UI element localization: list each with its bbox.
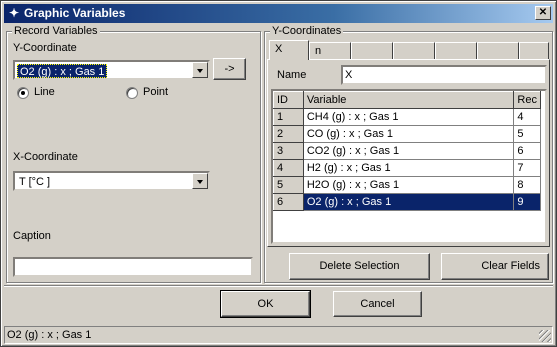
row-id: 4 <box>273 159 304 177</box>
app-icon: ✦ <box>8 6 20 20</box>
table-row[interactable]: 4 H2 (g) : x ; Gas 1 7 <box>273 159 541 177</box>
table-row-selected[interactable]: 6 O2 (g) : x ; Gas 1 9 <box>273 193 541 211</box>
row-variable[interactable]: CO2 (g) : x ; Gas 1 <box>302 142 515 160</box>
variables-table: ID Variable Rec 1 CH4 (g) : x ; Gas 1 4 … <box>273 91 541 211</box>
chevron-down-icon[interactable] <box>192 173 208 189</box>
title-bar[interactable]: ✦ Graphic Variables ✕ <box>4 4 553 23</box>
tab-6[interactable] <box>477 42 519 60</box>
resize-grip-icon[interactable] <box>539 330 551 342</box>
record-variables-label: Record Variables <box>12 25 100 37</box>
row-rec[interactable]: 6 <box>513 142 541 160</box>
add-to-y-coordinates-button[interactable]: -> <box>213 58 246 80</box>
line-radio[interactable] <box>17 87 29 99</box>
tab-x[interactable]: X <box>269 40 309 60</box>
row-variable[interactable]: CH4 (g) : x ; Gas 1 <box>302 108 515 126</box>
x-coordinate-label: X-Coordinate <box>13 151 78 163</box>
row-id: 6 <box>273 193 304 211</box>
tab-5[interactable] <box>435 42 477 60</box>
table-header-row: ID Variable Rec <box>273 91 541 109</box>
point-radio-label[interactable]: Point <box>143 86 168 98</box>
status-bar: O2 (g) : x ; Gas 1 <box>4 326 553 344</box>
table-row[interactable]: 2 CO (g) : x ; Gas 1 5 <box>273 125 541 143</box>
column-header-rec[interactable]: Rec <box>513 91 541 109</box>
name-value: X <box>345 69 353 81</box>
row-id: 3 <box>273 142 304 160</box>
table-row[interactable]: 5 H2O (g) : x ; Gas 1 8 <box>273 176 541 194</box>
delete-selection-button[interactable]: Delete Selection <box>289 253 430 280</box>
row-variable[interactable]: CO (g) : x ; Gas 1 <box>302 125 515 143</box>
column-header-variable[interactable]: Variable <box>302 91 515 109</box>
row-variable[interactable]: H2 (g) : x ; Gas 1 <box>302 159 515 177</box>
x-coordinate-value: T [°C ] <box>19 176 51 188</box>
row-rec[interactable]: 8 <box>513 176 541 194</box>
table-row[interactable]: 3 CO2 (g) : x ; Gas 1 6 <box>273 142 541 160</box>
y-coordinate-select[interactable]: O2 (g) : x ; Gas 1 <box>13 60 210 80</box>
name-input[interactable]: X <box>341 65 547 85</box>
row-rec[interactable]: 7 <box>513 159 541 177</box>
cancel-button[interactable]: Cancel <box>333 291 422 317</box>
x-coordinate-select[interactable]: T [°C ] <box>13 171 210 191</box>
y-coordinate-value: O2 (g) : x ; Gas 1 <box>17 64 108 78</box>
clear-fields-button[interactable]: Clear Fields <box>441 253 549 280</box>
ok-button[interactable]: OK <box>220 290 311 318</box>
tab-4[interactable] <box>393 42 435 60</box>
y-coordinate-label: Y-Coordinate <box>13 42 77 54</box>
row-rec[interactable]: 4 <box>513 108 541 126</box>
tab-7[interactable] <box>519 42 549 60</box>
tab-n[interactable]: n <box>309 42 351 60</box>
name-label: Name <box>277 69 307 81</box>
caption-label: Caption <box>13 230 51 242</box>
row-id: 1 <box>273 108 304 126</box>
y-coordinates-label: Y-Coordinates <box>270 25 344 37</box>
chevron-down-icon[interactable] <box>192 62 208 78</box>
row-id: 2 <box>273 125 304 143</box>
graphic-variables-window: ✦ Graphic Variables ✕ Record Variables Y… <box>0 0 557 347</box>
status-text: O2 (g) : x ; Gas 1 <box>7 329 92 341</box>
tab-3[interactable] <box>351 42 393 60</box>
row-variable[interactable]: O2 (g) : x ; Gas 1 <box>302 193 515 211</box>
row-variable[interactable]: H2O (g) : x ; Gas 1 <box>302 176 515 194</box>
window-title: Graphic Variables <box>24 6 126 20</box>
close-button[interactable]: ✕ <box>535 6 551 20</box>
line-radio-label[interactable]: Line <box>34 86 55 98</box>
row-id: 5 <box>273 176 304 194</box>
table-row[interactable]: 1 CH4 (g) : x ; Gas 1 4 <box>273 108 541 126</box>
point-radio[interactable] <box>126 87 138 99</box>
column-header-id[interactable]: ID <box>273 91 304 109</box>
row-rec[interactable]: 9 <box>513 193 541 211</box>
caption-input[interactable] <box>13 257 253 277</box>
row-rec[interactable]: 5 <box>513 125 541 143</box>
